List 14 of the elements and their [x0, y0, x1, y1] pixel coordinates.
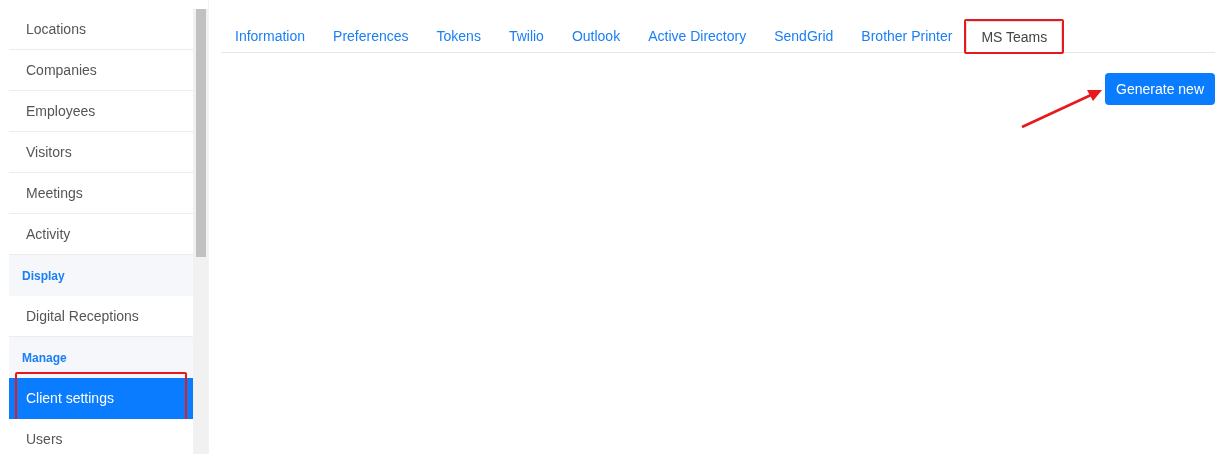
tab[interactable]: Outlook: [557, 20, 635, 52]
tab[interactable]: MS Teams: [966, 21, 1063, 53]
sidebar-section-heading: Display: [9, 255, 193, 296]
sidebar-item[interactable]: Client settings: [9, 378, 193, 419]
tab[interactable]: Preferences: [319, 20, 423, 52]
tab[interactable]: SendGrid: [760, 20, 848, 52]
generate-new-button[interactable]: Generate new: [1105, 73, 1215, 105]
tab[interactable]: Active Directory: [634, 20, 761, 52]
tab[interactable]: Brother Printer: [847, 20, 967, 52]
tab[interactable]: Information: [221, 20, 320, 52]
scrollbar-thumb[interactable]: [195, 9, 206, 257]
tab[interactable]: Twilio: [494, 20, 558, 52]
sidebar-section-heading: Manage: [9, 337, 193, 378]
tab[interactable]: Tokens: [422, 20, 495, 52]
